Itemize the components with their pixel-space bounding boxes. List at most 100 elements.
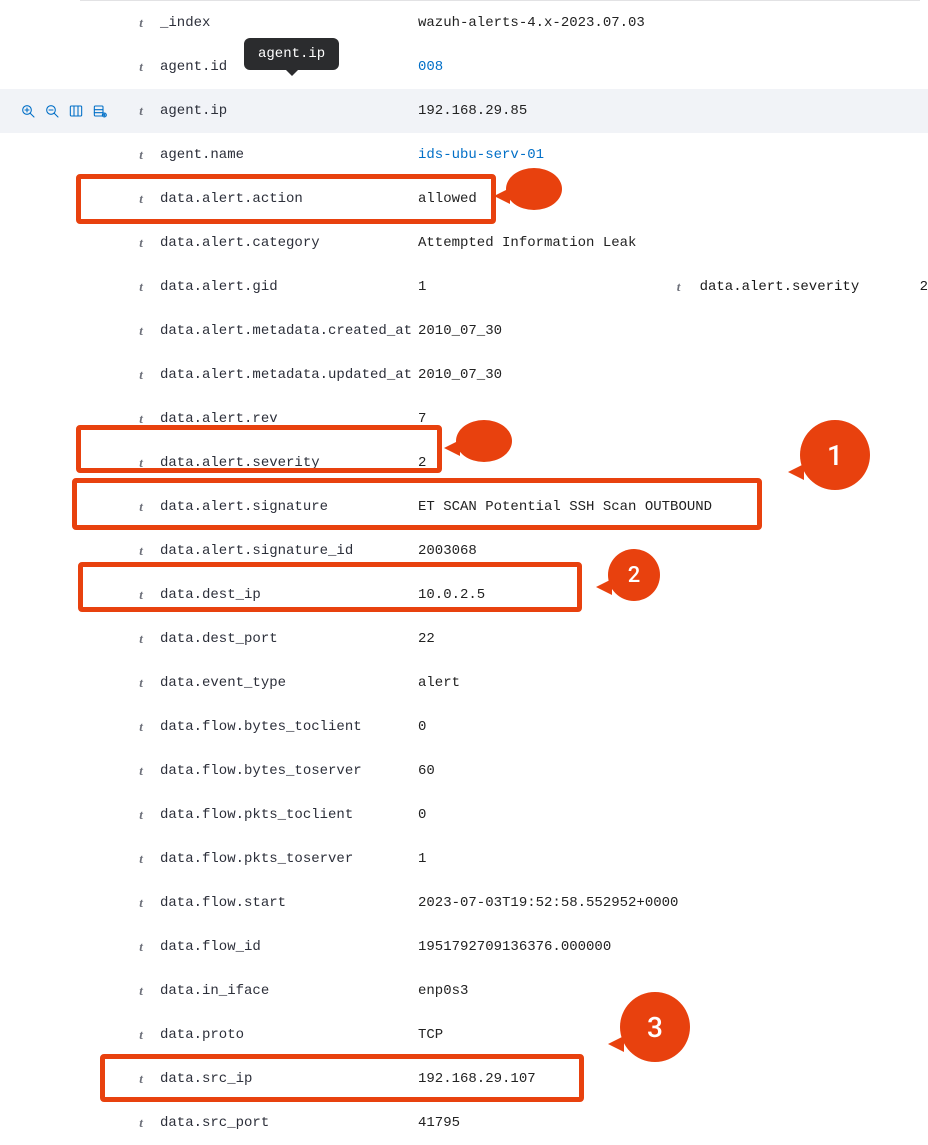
field-type-icon: t	[130, 807, 152, 823]
field-row: tdata.flow.pkts_toserver1	[0, 837, 928, 881]
filter-in-icon[interactable]	[20, 103, 36, 119]
field-name: data.dest_ip	[152, 587, 412, 603]
field-row: tdata.flow.bytes_toserver60	[0, 749, 928, 793]
field-value: 1	[412, 279, 558, 295]
field-type-icon: t	[130, 851, 152, 867]
field-value: 2023-07-03T19:52:58.552952+0000	[412, 895, 928, 911]
field-name: data.dest_port	[152, 631, 412, 647]
annotation-callout-empty-2	[456, 420, 512, 462]
field-row: tdata.src_ip192.168.29.107	[0, 1057, 928, 1101]
field-row: tdata.alert.metadata.updated_at2010_07_3…	[0, 353, 928, 397]
field-row: tdata.flow_id1951792709136376.000000	[0, 925, 928, 969]
field-type-icon: t	[130, 983, 152, 999]
field-type-icon: t	[130, 543, 152, 559]
field-type-icon: t	[130, 631, 152, 647]
field-type-icon: t	[130, 147, 152, 163]
field-row: t_indexwazuh-alerts-4.x-2023.07.03	[0, 1, 928, 45]
annotation-callout-empty-1	[506, 168, 562, 210]
field-name: data.proto	[152, 1027, 412, 1043]
field-name: agent.ip	[152, 103, 412, 119]
field-row: tagent.nameids-ubu-serv-01	[0, 133, 928, 177]
field-name: data.flow.pkts_toclient	[152, 807, 412, 823]
field-value: 192.168.29.85	[412, 103, 928, 119]
field-name: data.alert.action	[152, 191, 412, 207]
field-type-icon: t	[130, 367, 152, 383]
field-value-link[interactable]: 008	[412, 59, 928, 75]
field-row: tdata.flow.bytes_toclient0	[0, 705, 928, 749]
field-name: data.alert.rev	[152, 411, 412, 427]
field-name: data.alert.gid	[152, 279, 412, 295]
field-value: 1951792709136376.000000	[412, 939, 928, 955]
field-name: agent.name	[152, 147, 412, 163]
field-type-icon: t	[130, 587, 152, 603]
field-name: data.alert.category	[152, 235, 412, 251]
field-value: 0	[412, 719, 928, 735]
field-name: _index	[152, 15, 412, 31]
field-row: tdata.alert.categoryAttempted Informatio…	[0, 221, 928, 265]
field-value: 41795	[412, 1115, 928, 1131]
field-value: 2003068	[412, 543, 928, 559]
field-row: tdata.dest_port22	[0, 617, 928, 661]
field-value: wazuh-alerts-4.x-2023.07.03	[412, 15, 928, 31]
field-type-icon: t	[130, 103, 152, 119]
field-type-icon: t	[668, 279, 690, 295]
field-name: data.event_type	[152, 675, 412, 691]
field-row: tagent.id008	[0, 45, 928, 89]
field-value: ET SCAN Potential SSH Scan OUTBOUND	[412, 499, 928, 515]
field-name: data.in_iface	[152, 983, 412, 999]
field-value: 1	[412, 851, 928, 867]
field-value: allowed	[412, 191, 928, 207]
tooltip: agent.ip	[244, 38, 339, 70]
field-type-icon: t	[130, 763, 152, 779]
field-value: 22	[412, 631, 928, 647]
filter-out-icon[interactable]	[44, 103, 60, 119]
add-to-table-icon[interactable]	[92, 103, 108, 119]
field-row: tdata.alert.gid1tdata.alert.severity2	[0, 265, 928, 309]
field-row: tdata.flow.start2023-07-03T19:52:58.5529…	[0, 881, 928, 925]
field-type-icon: t	[130, 939, 152, 955]
annotation-callout-1: 1	[800, 420, 870, 490]
field-type-icon: t	[130, 59, 152, 75]
field-row: tdata.dest_ip10.0.2.5	[0, 573, 928, 617]
field-value: Attempted Information Leak	[412, 235, 928, 251]
field-row: tdata.protoTCP	[0, 1013, 928, 1057]
field-row: tdata.alert.actionallowed	[0, 177, 928, 221]
field-row: tdata.alert.metadata.created_at2010_07_3…	[0, 309, 928, 353]
toggle-column-icon[interactable]	[68, 103, 84, 119]
field-table: t_indexwazuh-alerts-4.x-2023.07.03tagent…	[0, 1, 928, 1145]
field-name: data.alert.signature	[152, 499, 412, 515]
field-value: 2010_07_30	[412, 367, 928, 383]
field-row: tdata.src_port41795	[0, 1101, 928, 1145]
field-name: data.flow.bytes_toserver	[152, 763, 412, 779]
field-value-link[interactable]: ids-ubu-serv-01	[412, 147, 928, 163]
field-value: 2	[920, 279, 928, 295]
field-value: 192.168.29.107	[412, 1071, 928, 1087]
annotation-callout-2: 2	[608, 549, 660, 601]
field-type-icon: t	[130, 191, 152, 207]
field-name: data.src_ip	[152, 1071, 412, 1087]
field-row: tdata.alert.signature_id2003068	[0, 529, 928, 573]
field-name: data.flow_id	[152, 939, 412, 955]
field-value: alert	[412, 675, 928, 691]
field-type-icon: t	[130, 411, 152, 427]
field-type-icon: t	[130, 279, 152, 295]
field-row: tagent.ip192.168.29.85	[0, 89, 928, 133]
field-type-icon: t	[130, 235, 152, 251]
field-type-icon: t	[130, 455, 152, 471]
field-name: data.alert.metadata.updated_at	[152, 367, 412, 383]
field-type-icon: t	[130, 1071, 152, 1087]
annotation-callout-3: 3	[620, 992, 690, 1062]
field-type-icon: t	[130, 323, 152, 339]
field-row: tdata.alert.signatureET SCAN Potential S…	[0, 485, 928, 529]
row-actions	[0, 103, 130, 119]
field-row: tdata.in_ifaceenp0s3	[0, 969, 928, 1013]
field-type-icon: t	[130, 719, 152, 735]
field-name: data.alert.signature_id	[152, 543, 412, 559]
field-type-icon: t	[130, 499, 152, 515]
field-value: 60	[412, 763, 928, 779]
field-name: data.alert.severity	[690, 279, 920, 295]
field-type-icon: t	[130, 1115, 152, 1131]
field-type-icon: t	[130, 895, 152, 911]
field-name: data.src_port	[152, 1115, 412, 1131]
field-name: data.alert.metadata.created_at	[152, 323, 412, 339]
